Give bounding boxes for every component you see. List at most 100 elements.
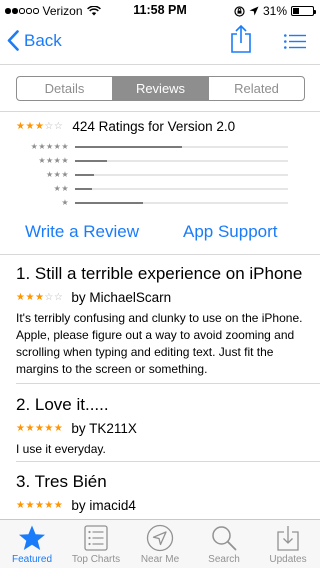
status-right: 31% bbox=[234, 4, 316, 18]
star-empty-icon: ☆ bbox=[44, 291, 54, 303]
tab-updates[interactable]: Updates bbox=[256, 520, 320, 568]
tab-featured[interactable]: Featured bbox=[0, 520, 64, 568]
segment-divider bbox=[0, 111, 320, 112]
updates-icon bbox=[277, 526, 299, 551]
rating-histogram-row-2: ★★ bbox=[16, 184, 316, 194]
rating-histogram-row-3: ★★★ bbox=[16, 170, 316, 180]
histogram-bar bbox=[75, 160, 107, 162]
review-item[interactable]: 1. Still a terrible experience on iPhone… bbox=[16, 264, 308, 378]
ratings-summary: ★ ★ ★ ☆ ☆ 424 Ratings for Version 2.0 bbox=[16, 119, 235, 134]
star-filled-icon: ★ bbox=[25, 499, 35, 511]
histogram-bar bbox=[75, 188, 93, 190]
histogram-track bbox=[75, 174, 288, 176]
star-filled-icon: ★ bbox=[34, 120, 45, 132]
histogram-bar bbox=[75, 174, 95, 176]
review-meta: ★ ★ ★ ☆ ☆ by MichaelScarn bbox=[16, 290, 308, 305]
average-rating-stars: ★ ★ ★ ☆ ☆ bbox=[16, 120, 64, 132]
histogram-track bbox=[75, 160, 288, 162]
star-filled-icon: ★ bbox=[25, 422, 35, 434]
histogram-bar bbox=[75, 146, 182, 148]
review-title: 2. Love it..... bbox=[16, 395, 109, 414]
chevron-left-icon bbox=[7, 30, 19, 51]
star-filled-icon: ★ bbox=[53, 499, 64, 511]
rating-histogram-row-4: ★★★★ bbox=[16, 156, 316, 166]
review-item[interactable]: 3. Tres Bién ★ ★ ★ ★ ★ by imacid4 bbox=[16, 472, 308, 513]
star-filled-icon: ★ bbox=[16, 120, 26, 132]
review-title: 3. Tres Bién bbox=[16, 472, 107, 491]
review-author: by TK211X bbox=[71, 421, 137, 436]
tab-label: Near Me bbox=[140, 554, 180, 565]
star-filled-icon: ★ bbox=[16, 499, 26, 511]
orientation-lock-icon bbox=[234, 5, 245, 17]
review-divider bbox=[16, 383, 320, 384]
back-button[interactable]: Back bbox=[7, 30, 62, 51]
review-body: I use it everyday. bbox=[16, 442, 106, 456]
top-charts-icon bbox=[84, 525, 108, 551]
star-filled-icon: ★ bbox=[34, 499, 45, 511]
battery-nub bbox=[314, 9, 316, 14]
star-filled-icon: ★ bbox=[34, 291, 45, 303]
star-empty-icon: ☆ bbox=[44, 120, 54, 132]
review-item[interactable]: 2. Love it..... ★ ★ ★ ★ ★ by TK211X I use it… bbox=[16, 395, 308, 458]
write-review-button[interactable]: Write a Review bbox=[25, 222, 139, 242]
tab-search[interactable]: Search bbox=[192, 520, 256, 568]
app-support-button[interactable]: App Support bbox=[183, 222, 278, 242]
nav-divider bbox=[0, 64, 320, 65]
star-filled-icon: ★ bbox=[44, 499, 54, 511]
tab-label: Top Charts bbox=[71, 554, 121, 565]
review-stars: ★ ★ ★ ★ ★ bbox=[16, 499, 64, 511]
review-stars: ★ ★ ★ ☆ ☆ bbox=[16, 291, 64, 303]
rating-histogram-row-5: ★★★★★ bbox=[16, 142, 316, 152]
tab-label: Updates bbox=[269, 554, 307, 565]
star-icon bbox=[19, 525, 45, 550]
histogram-stars: ★★ bbox=[53, 184, 69, 193]
tab-near-me[interactable]: Near Me bbox=[128, 520, 192, 568]
back-button-label: Back bbox=[24, 30, 62, 50]
search-icon bbox=[212, 526, 237, 551]
list-button[interactable] bbox=[284, 34, 306, 54]
status-bar: Verizon 11:58 PM 31% bbox=[0, 0, 320, 20]
star-filled-icon: ★ bbox=[25, 291, 35, 303]
tab-top-charts[interactable]: Top Charts bbox=[64, 520, 128, 568]
review-title: 1. Still a terrible experience on iPhone bbox=[16, 264, 303, 283]
star-filled-icon: ★ bbox=[44, 422, 54, 434]
segment-reviews[interactable]: Reviews bbox=[112, 77, 208, 100]
segment-related[interactable]: Related bbox=[208, 77, 304, 100]
review-author: by imacid4 bbox=[71, 498, 136, 513]
review-meta: ★ ★ ★ ★ ★ by TK211X bbox=[16, 421, 308, 436]
histogram-bar bbox=[75, 202, 144, 204]
star-empty-icon: ☆ bbox=[53, 291, 64, 303]
battery-percent: 31% bbox=[262, 4, 287, 18]
star-filled-icon: ★ bbox=[16, 291, 26, 303]
tab-bar: Featured Top Charts Near Me Search Updat… bbox=[0, 519, 320, 568]
battery-level bbox=[293, 8, 299, 14]
star-filled-icon: ★ bbox=[34, 422, 45, 434]
histogram-track bbox=[75, 146, 288, 148]
navigation-bar: Back bbox=[0, 20, 320, 64]
battery-icon bbox=[291, 6, 316, 16]
tab-label: Search bbox=[208, 554, 240, 565]
histogram-track bbox=[75, 202, 288, 204]
list-icon bbox=[284, 34, 306, 49]
segment-details[interactable]: Details bbox=[17, 77, 112, 100]
review-author: by MichaelScarn bbox=[71, 290, 172, 305]
star-empty-icon: ☆ bbox=[53, 120, 64, 132]
review-body: It's terribly confusing and clunky to us… bbox=[16, 311, 303, 376]
histogram-stars: ★★★★★ bbox=[30, 142, 69, 151]
star-filled-icon: ★ bbox=[53, 422, 64, 434]
histogram-stars: ★ bbox=[61, 198, 69, 207]
actions-divider bbox=[0, 254, 320, 255]
tab-label: Featured bbox=[11, 554, 53, 565]
histogram-stars: ★★★ bbox=[45, 170, 69, 179]
rating-histogram-row-1: ★ bbox=[16, 198, 316, 208]
near-me-icon bbox=[146, 524, 174, 552]
share-button[interactable] bbox=[230, 24, 252, 59]
share-icon bbox=[231, 24, 251, 53]
review-meta: ★ ★ ★ ★ ★ by imacid4 bbox=[16, 498, 308, 513]
segmented-control: Details Reviews Related bbox=[16, 76, 305, 101]
review-stars: ★ ★ ★ ★ ★ bbox=[16, 422, 64, 434]
histogram-track bbox=[75, 188, 288, 190]
location-arrow-icon bbox=[249, 6, 259, 16]
histogram-stars: ★★★★ bbox=[38, 156, 69, 165]
star-filled-icon: ★ bbox=[25, 120, 35, 132]
